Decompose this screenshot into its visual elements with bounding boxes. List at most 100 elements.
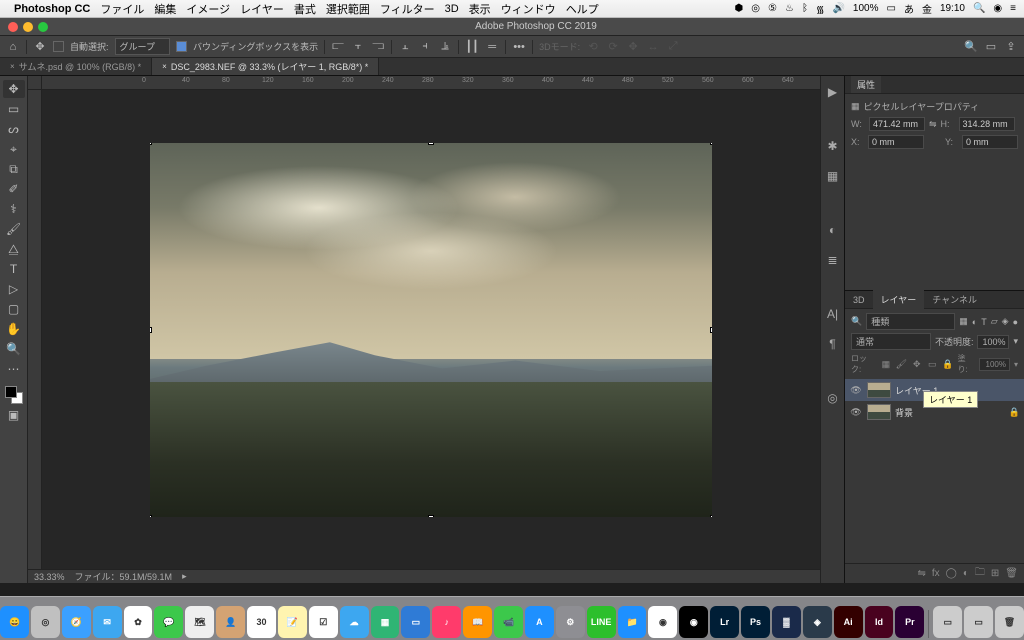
dock-illustrator[interactable]: Ai [834,606,863,638]
menu-image[interactable]: イメージ [186,1,230,17]
edit-toolbar[interactable]: ⋯ [3,360,25,378]
dock-appstore[interactable]: A [525,606,554,638]
more-icon[interactable]: ••• [512,40,526,54]
filter-kind-dropdown[interactable]: 種類 [866,313,955,330]
3d-tab[interactable]: 3D [845,292,873,308]
visibility-icon[interactable]: 👁 [849,407,863,418]
battery-pct[interactable]: 100% [853,3,879,14]
color-swatches[interactable] [5,386,23,404]
layer-thumbnail[interactable] [867,382,891,398]
path-tool[interactable]: ▷ [3,280,25,298]
filter-pixel-icon[interactable]: ▦ [959,316,968,327]
width-input[interactable] [869,117,925,131]
delete-layer-icon[interactable]: 🗑 [1005,568,1018,579]
lock-image-icon[interactable]: 🖌 [896,358,907,370]
menu-window[interactable]: ウィンドウ [501,1,556,17]
layer-thumbnail[interactable] [867,404,891,420]
dock-chrome[interactable]: ◉ [648,606,677,638]
dock-safari[interactable]: 🧭 [62,606,91,638]
character-panel-icon[interactable]: A| [823,304,843,324]
volume-icon[interactable]: 🔊 [832,3,844,14]
dock-mail[interactable]: ✉ [93,606,122,638]
blend-mode-dropdown[interactable]: 通常 [851,333,931,350]
status-icon[interactable]: ⑤ [768,3,777,14]
filesize-readout[interactable]: ファイル：59.1M/59.1M [75,570,173,583]
quick-select-tool[interactable]: ⌖ [3,140,25,158]
opacity-input[interactable]: 100% [977,335,1009,349]
cc-icon[interactable]: ◎ [751,3,760,14]
lock-all-icon[interactable]: 🔒 [942,358,953,370]
document-canvas[interactable] [150,143,712,517]
dock-launchpad[interactable]: ◎ [31,606,60,638]
marquee-tool[interactable]: ▭ [3,100,25,118]
lock-position-icon[interactable]: ✥ [911,358,922,370]
bluetooth-icon[interactable]: ᛒ [802,3,808,14]
app-name[interactable]: Photoshop CC [14,3,90,15]
filter-adjust-icon[interactable]: ◐ [972,317,977,327]
align-bottom-icon[interactable]: ⫡ [438,40,452,54]
visibility-icon[interactable]: 👁 [849,385,863,396]
home-icon[interactable]: ⌂ [6,40,20,54]
dock-app1[interactable]: ▓ [772,606,801,638]
channels-tab[interactable]: チャンネル [924,290,985,309]
menu-view[interactable]: 表示 [469,1,491,17]
new-layer-icon[interactable]: ⊞ [991,568,999,579]
dock-trash[interactable]: 🗑 [995,606,1024,638]
dock-finder[interactable]: 😀 [0,606,29,638]
shape-tool[interactable]: ▢ [3,300,25,318]
ime-indicator[interactable]: あ [904,1,914,16]
fan-icon[interactable]: ♨ [785,3,794,14]
menu-layer[interactable]: レイヤー [240,1,284,17]
dock-maps[interactable]: 🗺 [185,606,214,638]
swatches-panel-icon[interactable]: ▦ [823,166,843,186]
menu-filter[interactable]: フィルター [380,1,435,17]
quickmask-toggle[interactable]: ▣ [3,406,25,424]
menu-type[interactable]: 書式 [294,1,316,17]
dropbox-icon[interactable]: ⬢ [735,3,744,14]
align-center-v-icon[interactable]: ⫞ [418,40,432,54]
group-icon[interactable]: 🗀 [975,565,985,582]
play-icon[interactable]: ▶ [823,82,843,102]
dock-notes[interactable]: 📝 [278,606,307,638]
align-right-icon[interactable]: ⫎ [371,40,385,54]
menu-select[interactable]: 選択範囲 [326,1,370,17]
move-tool-icon[interactable]: ✥ [33,40,47,54]
adjustments-panel-icon[interactable]: ◐ [823,220,843,240]
libraries-panel-icon[interactable]: ◎ [823,388,843,408]
menu-edit[interactable]: 編集 [154,1,176,17]
distribute-h-icon[interactable]: ┃┃ [465,40,479,54]
adjustment-icon[interactable]: ◐ [963,568,969,579]
dock-finder2[interactable]: 📁 [618,606,647,638]
dock-lightroom[interactable]: Lr [710,606,739,638]
dock-doc1[interactable]: ▭ [933,606,962,638]
lock-artboard-icon[interactable]: ▭ [927,358,938,370]
dock-preferences[interactable]: ⚙ [556,606,585,638]
move-tool[interactable]: ✥ [3,80,25,98]
status-arrow-icon[interactable]: ▸ [182,571,187,582]
crop-tool[interactable]: ⧉ [3,160,25,178]
dock-indesign[interactable]: Id [865,606,894,638]
dock-photos[interactable]: ✿ [124,606,153,638]
bbox-checkbox[interactable] [176,41,187,52]
close-window-button[interactable] [8,22,18,32]
layers-tab[interactable]: レイヤー [873,290,925,309]
doc-tab-2[interactable]: ×DSC_2983.NEF @ 33.3% (レイヤー 1, RGB/8*) * [152,58,379,75]
x-input[interactable] [868,135,924,149]
dock-siri[interactable]: ◉ [679,606,708,638]
type-tool[interactable]: T [3,260,25,278]
styles-panel-icon[interactable]: ≣ [823,250,843,270]
stamp-tool[interactable]: ⧋ [3,240,25,258]
dock-numbers[interactable]: ▦ [371,606,400,638]
spotlight-icon[interactable]: 🔍 [973,3,985,14]
wifi-icon[interactable]: ᯾ [816,2,825,16]
dock-contacts[interactable]: 👤 [216,606,245,638]
close-tab-icon[interactable]: × [162,62,167,71]
ruler-corner[interactable] [28,76,42,90]
workspace-icon[interactable]: ▭ [984,40,998,54]
doc-tab-1[interactable]: ×サムネ.psd @ 100% (RGB/8) * [0,58,152,75]
distribute-v-icon[interactable]: ═ [485,40,499,54]
layer-name[interactable]: 背景 [895,406,913,419]
zoom-window-button[interactable] [38,22,48,32]
dock-premiere[interactable]: Pr [895,606,924,638]
align-left-icon[interactable]: ⫍ [331,40,345,54]
